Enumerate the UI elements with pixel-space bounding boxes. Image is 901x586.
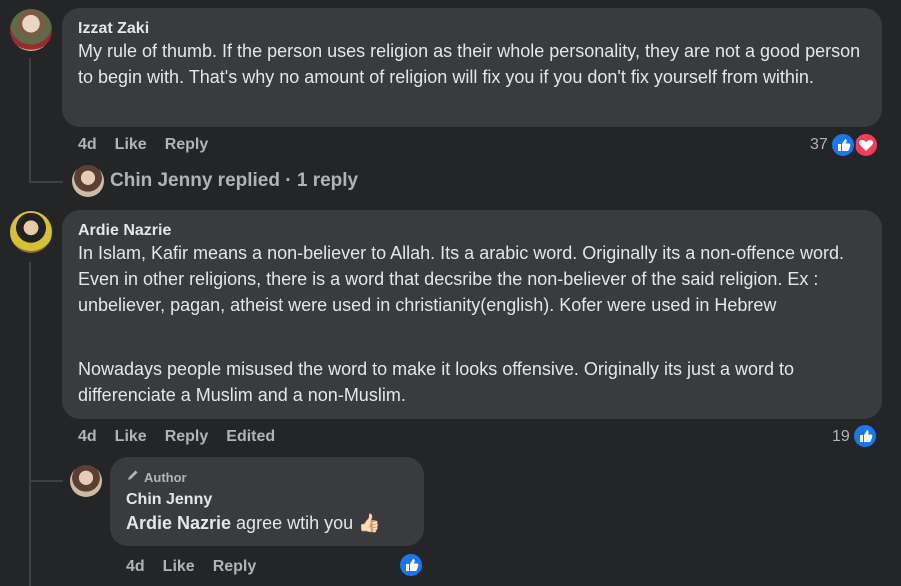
author-badge: Author: [126, 468, 187, 485]
reply-text-body: agree wtih you: [231, 513, 359, 533]
reply-button[interactable]: Reply: [165, 428, 209, 445]
comment-bubble: Izzat Zaki My rule of thumb. If the pers…: [62, 8, 882, 127]
comment-time[interactable]: 4d: [78, 136, 97, 153]
like-icon[interactable]: [830, 132, 856, 158]
like-icon[interactable]: [398, 552, 424, 578]
reply-text: Ardie Nazrie agree wtih you 👍🏻: [126, 513, 381, 534]
reply-author[interactable]: Chin Jenny: [126, 491, 212, 509]
thread-line-connector: [29, 480, 63, 482]
comment-time[interactable]: 4d: [78, 428, 97, 445]
like-icon[interactable]: [852, 423, 878, 449]
comment-author[interactable]: Izzat Zaki: [78, 20, 149, 38]
avatar[interactable]: [10, 9, 52, 51]
view-replies-link[interactable]: Chin Jenny replied · 1 reply: [110, 170, 358, 192]
like-button[interactable]: Like: [115, 428, 147, 445]
comment-text: In Islam, Kafir means a non-believer to …: [78, 243, 845, 315]
reaction-count[interactable]: 37: [810, 136, 828, 154]
pencil-icon: [126, 468, 140, 485]
edited-label[interactable]: Edited: [226, 428, 275, 445]
reply-actions: 4d Like Reply: [126, 558, 274, 576]
reply-button[interactable]: Reply: [165, 136, 209, 153]
reaction-count[interactable]: 19: [832, 428, 850, 446]
avatar[interactable]: [72, 165, 104, 197]
comment-author[interactable]: Ardie Nazrie: [78, 222, 171, 240]
thumbs-up-emoji: 👍🏻: [358, 513, 381, 533]
like-button[interactable]: Like: [163, 558, 195, 575]
reply-button[interactable]: Reply: [213, 558, 257, 575]
avatar[interactable]: [70, 465, 102, 497]
thread-line-connector: [29, 181, 63, 183]
thread-line: [29, 58, 31, 183]
love-icon[interactable]: [853, 132, 879, 158]
like-button[interactable]: Like: [115, 136, 147, 153]
author-badge-label: Author: [144, 470, 187, 485]
comment-actions: 4d Like Reply: [78, 136, 226, 154]
comment-text: My rule of thumb. If the person uses rel…: [78, 41, 861, 87]
avatar[interactable]: [10, 211, 52, 253]
comment-text: Nowadays people misused the word to make…: [78, 359, 795, 405]
reply-mention[interactable]: Ardie Nazrie: [126, 513, 231, 533]
thread-line: [29, 262, 31, 586]
reply-time[interactable]: 4d: [126, 558, 145, 575]
comment-actions: 4d Like Reply Edited: [78, 428, 293, 446]
comment-bubble: Ardie Nazrie In Islam, Kafir means a non…: [62, 210, 882, 419]
reply-bubble: Author Chin Jenny Ardie Nazrie agree wti…: [110, 457, 424, 546]
